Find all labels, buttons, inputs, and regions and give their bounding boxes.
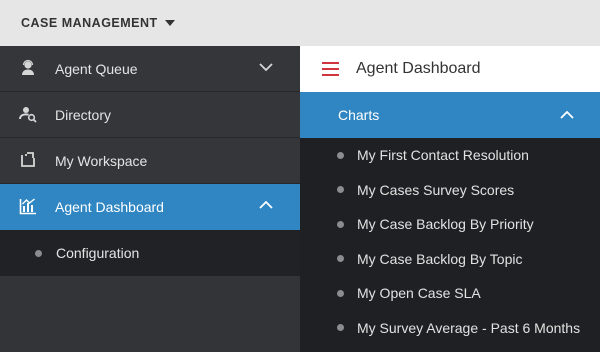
chevron-down-icon[interactable] <box>259 62 273 72</box>
sidebar-item-label: Directory <box>55 106 112 123</box>
section-title: Charts <box>338 107 380 123</box>
agent-icon <box>18 58 38 78</box>
dashboard-chart-icon <box>18 196 38 216</box>
chevron-up-icon <box>560 110 574 119</box>
sidebar-item-label: Agent Dashboard <box>55 199 164 215</box>
chart-item-backlog-by-topic[interactable]: My Case Backlog By Topic <box>300 242 600 277</box>
app-switcher[interactable]: CASE MANAGEMENT <box>21 16 175 30</box>
caret-down-icon <box>164 20 175 26</box>
hamburger-menu-icon[interactable] <box>322 62 339 76</box>
chart-item-label: My Case Backlog By Topic <box>357 250 523 267</box>
chart-item-open-case-sla[interactable]: My Open Case SLA <box>300 276 600 311</box>
bullet-icon <box>337 324 344 332</box>
panel-title: Agent Dashboard <box>356 60 481 77</box>
chart-item-label: My Case Backlog By Priority <box>357 216 534 233</box>
sidebar-item-directory[interactable]: Directory <box>0 92 300 138</box>
sidebar-subitem-label: Configuration <box>56 245 140 261</box>
workspace-icon <box>18 150 38 170</box>
chart-item-backlog-by-priority[interactable]: My Case Backlog By Priority <box>300 207 600 242</box>
bullet-icon <box>337 289 344 297</box>
sidebar-item-my-workspace[interactable]: My Workspace <box>0 138 300 184</box>
chevron-up-icon[interactable] <box>259 200 273 210</box>
chart-item-label: My First Contact Resolution <box>357 147 529 164</box>
sidebar-item-label: My Workspace <box>55 152 148 169</box>
chart-item-cases-survey-scores[interactable]: My Cases Survey Scores <box>300 173 600 208</box>
chart-item-label: My Open Case SLA <box>357 285 481 302</box>
bullet-icon <box>35 249 42 257</box>
sidebar-item-agent-dashboard[interactable]: Agent Dashboard <box>0 184 300 230</box>
app-title: CASE MANAGEMENT <box>21 16 158 30</box>
bullet-icon <box>337 220 344 228</box>
sidebar-sub-list: Configuration <box>0 230 300 276</box>
panel-header: Agent Dashboard <box>300 46 600 92</box>
chart-item-first-contact-resolution[interactable]: My First Contact Resolution <box>300 138 600 173</box>
charts-section-header[interactable]: Charts <box>300 92 600 138</box>
chart-item-label: My Survey Average - Past 6 Months <box>357 319 581 336</box>
dashboard-panel: Agent Dashboard Charts My First Contact … <box>300 46 600 352</box>
top-bar: CASE MANAGEMENT <box>0 0 600 46</box>
sidebar: Agent Queue Directory My Workspace Agent… <box>0 46 300 352</box>
sidebar-item-agent-queue[interactable]: Agent Queue <box>0 46 300 92</box>
sidebar-subitem-configuration[interactable]: Configuration <box>0 230 300 276</box>
chart-list: My First Contact Resolution My Cases Sur… <box>300 138 600 345</box>
bullet-icon <box>337 151 344 159</box>
chart-item-label: My Cases Survey Scores <box>357 181 515 198</box>
directory-search-icon <box>18 104 38 124</box>
bullet-icon <box>337 186 344 194</box>
bullet-icon <box>337 255 344 263</box>
chart-item-survey-average[interactable]: My Survey Average - Past 6 Months <box>300 311 600 346</box>
sidebar-item-label: Agent Queue <box>55 60 138 77</box>
